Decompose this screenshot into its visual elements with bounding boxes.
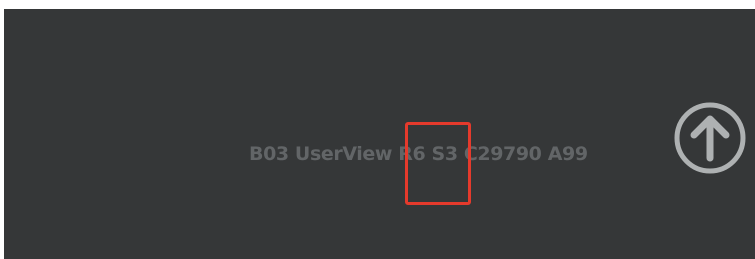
highlight-box [405,122,471,205]
app-viewport [4,9,755,259]
arrow-up-circle-icon [674,102,746,174]
scroll-up-button[interactable] [672,100,748,176]
